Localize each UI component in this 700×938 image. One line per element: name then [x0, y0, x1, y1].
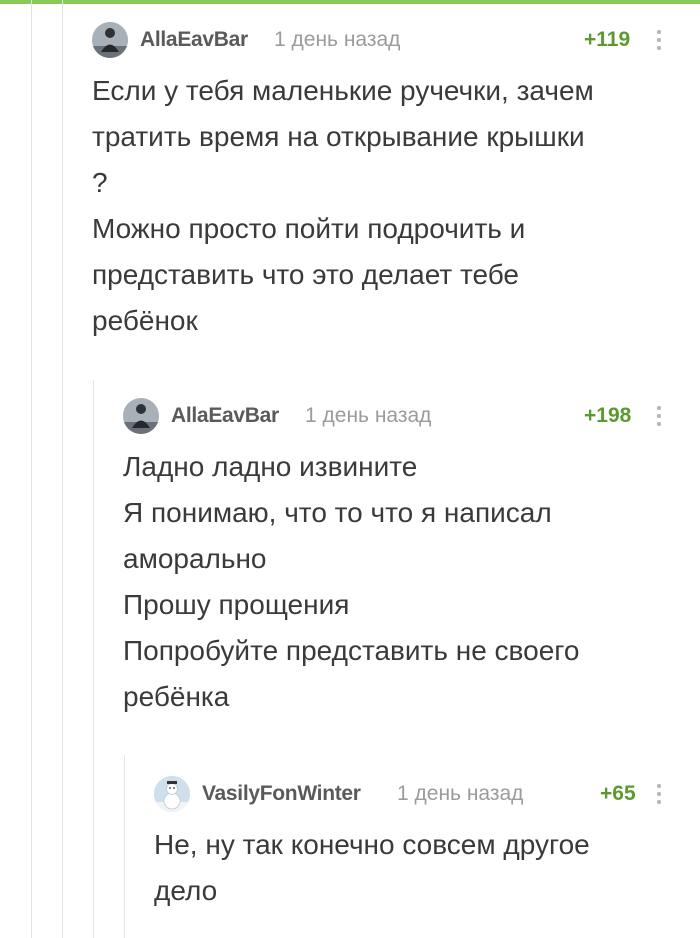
username-link[interactable]: AllaEavBar	[171, 404, 279, 428]
comment: VasilyFonWinter 1 день назад +65 Не, ну …	[154, 774, 682, 914]
thread-line	[124, 755, 125, 938]
thread-line	[62, 0, 63, 938]
user-avatar[interactable]	[92, 22, 128, 58]
comment-line: Если у тебя маленькие ручечки, зачем	[92, 75, 594, 106]
comment-text: Не, ну так конечно совсем другое дело	[154, 822, 682, 914]
more-options-icon[interactable]	[652, 402, 666, 432]
comment-text: Ладно ладно извините Я понимаю, что то ч…	[123, 444, 682, 720]
comment-rating: +198	[584, 404, 632, 427]
comment-line: Ладно ладно извините	[123, 451, 418, 482]
comment-line: Я понимаю, что то что я написал	[123, 497, 552, 528]
comment-line: Не, ну так конечно совсем другое	[154, 829, 590, 860]
top-accent-bar	[0, 0, 700, 4]
comment-line: ребёнок	[92, 305, 198, 336]
user-avatar[interactable]	[123, 398, 159, 434]
comment-header: VasilyFonWinter 1 день назад +65	[154, 774, 682, 814]
comment: AllaEavBar 1 день назад +198 Ладно ладно…	[123, 396, 682, 720]
username-link[interactable]: AllaEavBar	[140, 28, 248, 52]
thread-line	[31, 0, 32, 938]
comment-line: ребёнка	[123, 681, 230, 712]
comment-header: AllaEavBar 1 день назад +119	[92, 20, 682, 60]
comment-line: аморально	[123, 543, 267, 574]
user-photo-icon	[92, 22, 128, 58]
more-options-icon[interactable]	[652, 780, 666, 810]
comment-rating: +119	[584, 28, 631, 51]
username-link[interactable]: VasilyFonWinter	[202, 782, 361, 806]
comment-line: Можно просто пойти подрочить и	[92, 213, 526, 244]
comment-time[interactable]: 1 день назад	[274, 28, 400, 52]
comment: AllaEavBar 1 день назад +119 Если у тебя…	[92, 20, 682, 344]
snowman-avatar-icon	[154, 776, 190, 812]
comment-line: Прошу прощения	[123, 589, 350, 620]
comment-line: дело	[154, 875, 218, 906]
comment-line: Попробуйте представить не своего	[123, 635, 580, 666]
more-options-icon[interactable]	[652, 26, 666, 56]
comment-time[interactable]: 1 день назад	[397, 782, 523, 806]
comment-rating: +65	[600, 782, 636, 805]
user-photo-icon	[123, 398, 159, 434]
comment-text: Если у тебя маленькие ручечки, зачем тра…	[92, 68, 682, 344]
comment-line: тратить время на открывание крышки	[92, 121, 585, 152]
thread-line	[93, 380, 94, 938]
comment-time[interactable]: 1 день назад	[305, 404, 431, 428]
comment-line: представить что это делает тебе	[92, 259, 519, 290]
comment-line: ?	[92, 167, 108, 198]
comment-header: AllaEavBar 1 день назад +198	[123, 396, 682, 436]
user-avatar[interactable]	[154, 776, 190, 812]
